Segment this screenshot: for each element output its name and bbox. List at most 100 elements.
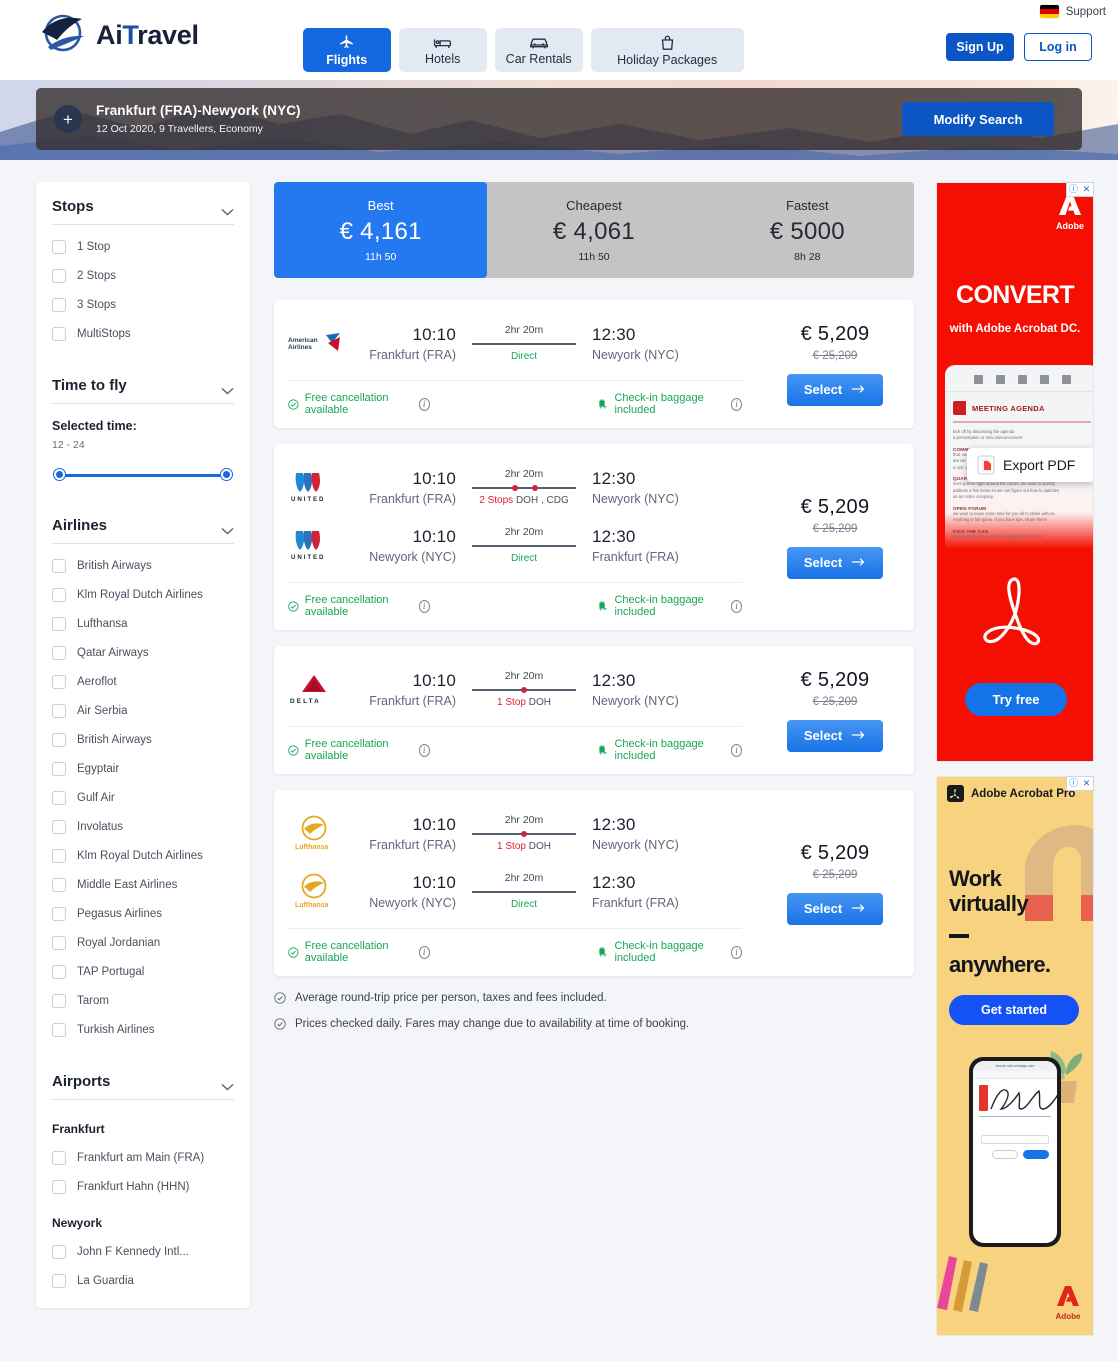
airline-filter-option[interactable]: Air Serbia (52, 704, 234, 718)
info-icon[interactable]: i (418, 743, 430, 757)
info-icon[interactable]: i (730, 743, 742, 757)
close-icon[interactable]: ✕ (1080, 777, 1093, 790)
checkbox[interactable] (52, 878, 66, 892)
checkbox[interactable] (52, 965, 66, 979)
airline-filter-option[interactable]: British Airways (52, 733, 234, 747)
modify-search-button[interactable]: Modify Search (902, 102, 1054, 136)
checkbox[interactable] (52, 907, 66, 921)
checkbox[interactable] (52, 936, 66, 950)
checkbox[interactable] (52, 733, 66, 747)
tab-holiday-packages[interactable]: Holiday Packages (590, 28, 744, 72)
airline-filter-option[interactable]: TAP Portugal (52, 965, 234, 979)
airline-filter-option[interactable]: Pegasus Airlines (52, 907, 234, 921)
price-tab-fastest[interactable]: Fastest € 5000 8h 28 (701, 182, 914, 278)
log-in-button[interactable]: Log in (1024, 33, 1092, 61)
info-icon[interactable]: i (730, 599, 742, 613)
checkbox[interactable] (52, 559, 66, 573)
checkbox[interactable] (52, 269, 66, 283)
tab-hotels[interactable]: Hotels (398, 28, 487, 72)
filter-option-3-stops[interactable]: 3 Stops (52, 298, 234, 312)
departure-city: Newyork (NYC) (369, 549, 456, 564)
airline-filter-option[interactable]: British Airways (52, 559, 234, 573)
time-range-slider[interactable] (52, 469, 234, 481)
airline-filter-option[interactable]: Tarom (52, 994, 234, 1008)
brand-logo-area[interactable]: AiTravel (38, 12, 199, 58)
checkbox[interactable] (52, 820, 66, 834)
airline-filter-option[interactable]: Klm Royal Dutch Airlines (52, 849, 234, 863)
stops-filter-header[interactable]: Stops (52, 198, 234, 225)
checkbox[interactable] (52, 1274, 66, 1288)
checkbox[interactable] (52, 1023, 66, 1037)
support-area[interactable]: Support (1039, 5, 1106, 18)
airline-filter-option[interactable]: Aeroflot (52, 675, 234, 689)
try-free-button[interactable]: Try free (965, 683, 1067, 716)
airport-filter-option[interactable]: La Guardia (52, 1274, 234, 1288)
time-to-fly-filter-header[interactable]: Time to fly (52, 377, 234, 404)
checkbox[interactable] (52, 240, 66, 254)
note-text: Average round-trip price per person, tax… (295, 992, 607, 1004)
checkbox[interactable] (52, 704, 66, 718)
checkbox[interactable] (52, 675, 66, 689)
checkbox[interactable] (52, 791, 66, 805)
free-cancellation-label: Free cancellation available (304, 738, 389, 762)
checkbox[interactable] (52, 646, 66, 660)
airline-filter-option[interactable]: Involatus (52, 820, 234, 834)
checkbox[interactable] (52, 298, 66, 312)
checkbox[interactable] (52, 1151, 66, 1165)
support-label[interactable]: Support (1066, 6, 1106, 18)
info-icon[interactable]: ⓘ (1067, 777, 1080, 790)
checkbox[interactable] (52, 849, 66, 863)
get-started-button[interactable]: Get started (949, 995, 1079, 1025)
airline-filter-option[interactable]: Egyptair (52, 762, 234, 776)
adobe-acrobat-pro-ad[interactable]: Adobe Acrobat Pro Work virtually anywher… (936, 776, 1094, 1336)
filter-option-multistops[interactable]: MultiStops (52, 327, 234, 341)
airport-filter-option[interactable]: Frankfurt am Main (FRA) (52, 1151, 234, 1165)
checkbox[interactable] (52, 588, 66, 602)
airline-filter-option[interactable]: Middle East Airlines (52, 878, 234, 892)
airport-filter-option[interactable]: John F Kennedy Intl... (52, 1245, 234, 1259)
checkbox[interactable] (52, 617, 66, 631)
airline-filter-option[interactable]: Royal Jordanian (52, 936, 234, 950)
info-icon[interactable]: ⓘ (1067, 183, 1080, 196)
stop-dot (511, 484, 518, 491)
select-flight-button[interactable]: Select (787, 373, 883, 406)
info-icon[interactable]: i (418, 599, 430, 613)
price-tab-cheapest[interactable]: Cheapest € 4,061 11h 50 (487, 182, 700, 278)
info-icon[interactable]: i (730, 945, 742, 959)
price-tab-best[interactable]: Best € 4,161 11h 50 (274, 182, 488, 278)
select-flight-button[interactable]: Select (787, 546, 883, 579)
filters-sidebar: Stops 1 Stop 2 Stops 3 Stops MultiStops … (36, 182, 250, 1308)
airports-filter-header[interactable]: Airports (52, 1073, 234, 1100)
airline-filter-option[interactable]: Klm Royal Dutch Airlines (52, 588, 234, 602)
apply-button (1023, 1150, 1049, 1159)
checkbox[interactable] (52, 1180, 66, 1194)
slider-knob-min[interactable] (54, 469, 65, 480)
close-icon[interactable]: ✕ (1080, 183, 1093, 196)
tab-car-rentals[interactable]: Car Rentals (494, 28, 583, 72)
info-icon[interactable]: i (418, 397, 430, 411)
pdf-file-icon (977, 455, 995, 475)
slider-knob-max[interactable] (221, 469, 232, 480)
info-icon[interactable]: i (730, 397, 742, 411)
airline-filter-option[interactable]: Qatar Airways (52, 646, 234, 660)
select-flight-button[interactable]: Select (787, 892, 883, 925)
tab-flights[interactable]: Flights (302, 28, 391, 72)
airline-filter-option[interactable]: Lufthansa (52, 617, 234, 631)
info-icon[interactable]: i (418, 945, 430, 959)
plus-icon[interactable]: + (54, 105, 82, 133)
airline-filter-option[interactable]: Gulf Air (52, 791, 234, 805)
checkbox[interactable] (52, 994, 66, 1008)
filter-option-1-stop[interactable]: 1 Stop (52, 240, 234, 254)
checkbox[interactable] (52, 762, 66, 776)
filter-option-2-stops[interactable]: 2 Stops (52, 269, 234, 283)
checkbox[interactable] (52, 327, 66, 341)
adobe-convert-ad[interactable]: Adobe CONVERT with Adobe Acrobat DC. MEE… (936, 182, 1094, 762)
airport-filter-option[interactable]: Frankfurt Hahn (HHN) (52, 1180, 234, 1194)
sign-up-button[interactable]: Sign Up (946, 33, 1014, 61)
select-flight-button[interactable]: Select (787, 719, 883, 752)
airlines-filter-header[interactable]: Airlines (52, 517, 234, 544)
document-title-row: MEETING AGENDA (945, 392, 1093, 415)
flight-leg: DELTA 10:10 Frankfurt (FRA) 2hr 20m 1 Stop D… (274, 660, 756, 718)
airline-filter-option[interactable]: Turkish Airlines (52, 1023, 234, 1037)
checkbox[interactable] (52, 1245, 66, 1259)
